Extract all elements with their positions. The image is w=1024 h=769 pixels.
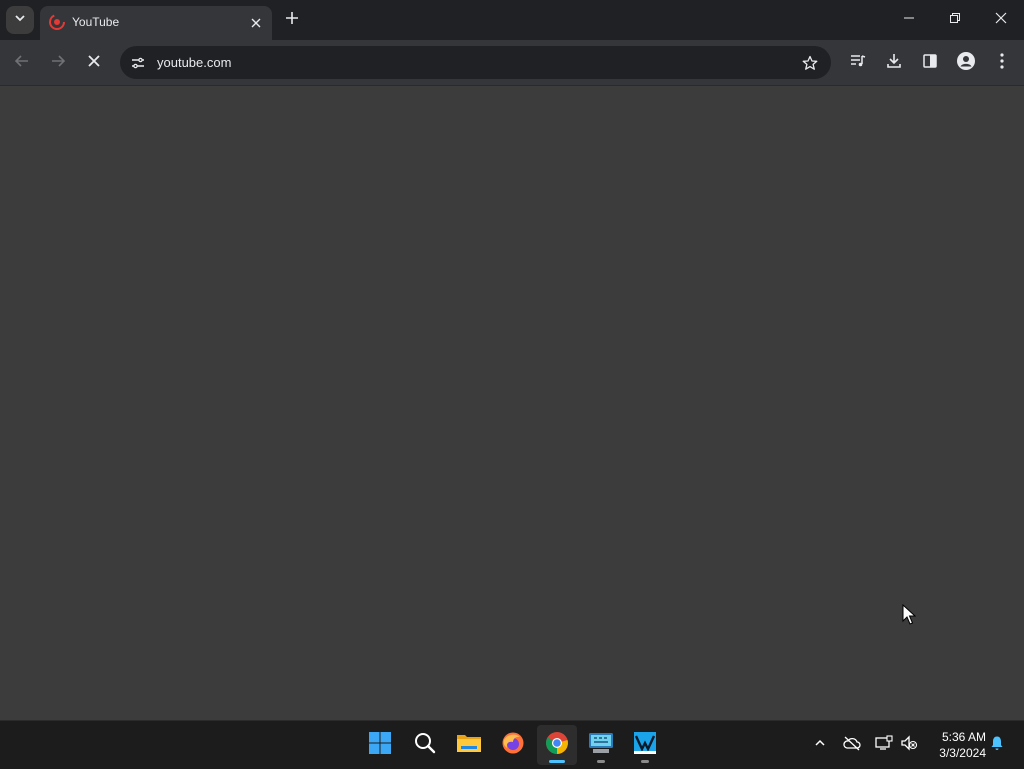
restore-button[interactable] [932, 0, 978, 40]
chrome-button[interactable] [537, 725, 577, 765]
firefox-button[interactable] [493, 725, 533, 765]
browser-toolbar: youtube.com [0, 40, 1024, 86]
tab-strip: YouTube [0, 0, 1024, 40]
download-icon [885, 52, 903, 75]
speaker-muted-icon [900, 734, 918, 756]
tab-youtube[interactable]: YouTube [40, 6, 272, 40]
site-settings-icon[interactable] [125, 50, 151, 76]
profile-button[interactable] [951, 48, 981, 78]
url-text[interactable]: youtube.com [157, 55, 231, 70]
address-bar[interactable]: youtube.com [120, 46, 831, 79]
taskbar-search-button[interactable] [405, 725, 445, 765]
close-tab-icon[interactable] [248, 15, 264, 31]
notifications-button[interactable] [987, 735, 1007, 755]
account-icon [956, 51, 976, 76]
menu-button[interactable] [987, 48, 1017, 78]
volume-tray-icon[interactable] [899, 734, 919, 756]
bookmark-star-icon[interactable] [801, 54, 819, 72]
start-button[interactable] [360, 725, 400, 765]
side-panel-button[interactable] [915, 48, 945, 78]
firefox-icon [501, 731, 525, 760]
arrow-right-icon [50, 53, 66, 74]
show-hidden-icons-button[interactable] [810, 735, 830, 755]
taskbar-clock[interactable]: 5:36 AM 3/3/2024 [928, 729, 986, 761]
cloud-offline-icon [843, 735, 861, 756]
taskbar: 5:36 AM 3/3/2024 [0, 720, 1024, 769]
chevron-up-icon [814, 736, 826, 754]
file-explorer-button[interactable] [449, 725, 489, 765]
plus-icon [285, 11, 299, 30]
visual-studio-button[interactable] [625, 725, 665, 765]
terminal-button[interactable] [581, 725, 621, 765]
mouse-cursor-icon [902, 604, 916, 625]
close-icon [995, 11, 1007, 29]
playlist-music-icon [849, 52, 867, 75]
windows-start-icon [368, 731, 392, 760]
running-app-indicator [597, 760, 605, 763]
arrow-left-icon [14, 53, 30, 74]
forward-button[interactable] [43, 48, 73, 78]
clock-date: 3/3/2024 [939, 746, 986, 760]
media-controls-button[interactable] [843, 48, 873, 78]
active-app-indicator [549, 760, 565, 763]
chevron-down-icon [14, 11, 26, 29]
keyboard-monitor-icon [588, 731, 614, 760]
network-monitor-icon [875, 734, 893, 756]
bell-icon [989, 735, 1005, 756]
minimize-button[interactable] [886, 0, 932, 40]
minimize-icon [903, 11, 915, 29]
folder-icon [456, 731, 482, 760]
clock-time: 5:36 AM [941, 730, 986, 744]
search-icon [413, 731, 437, 760]
running-app-indicator [641, 760, 649, 763]
more-vertical-icon [1000, 52, 1004, 74]
restore-icon [949, 11, 961, 29]
new-tab-button[interactable] [282, 10, 302, 30]
chrome-icon [545, 731, 569, 760]
close-window-button[interactable] [978, 0, 1024, 40]
youtube-favicon-icon [49, 14, 65, 30]
network-tray-icon[interactable] [874, 734, 894, 756]
side-panel-icon [922, 53, 938, 74]
tab-search-button[interactable] [6, 6, 34, 34]
stop-loading-button[interactable] [79, 48, 109, 78]
back-button[interactable] [7, 48, 37, 78]
page-content[interactable] [0, 86, 1024, 720]
visual-studio-icon [633, 731, 657, 760]
close-icon [87, 54, 101, 73]
downloads-button[interactable] [879, 48, 909, 78]
tab-title: YouTube [72, 15, 120, 29]
onedrive-tray-icon[interactable] [842, 735, 862, 755]
